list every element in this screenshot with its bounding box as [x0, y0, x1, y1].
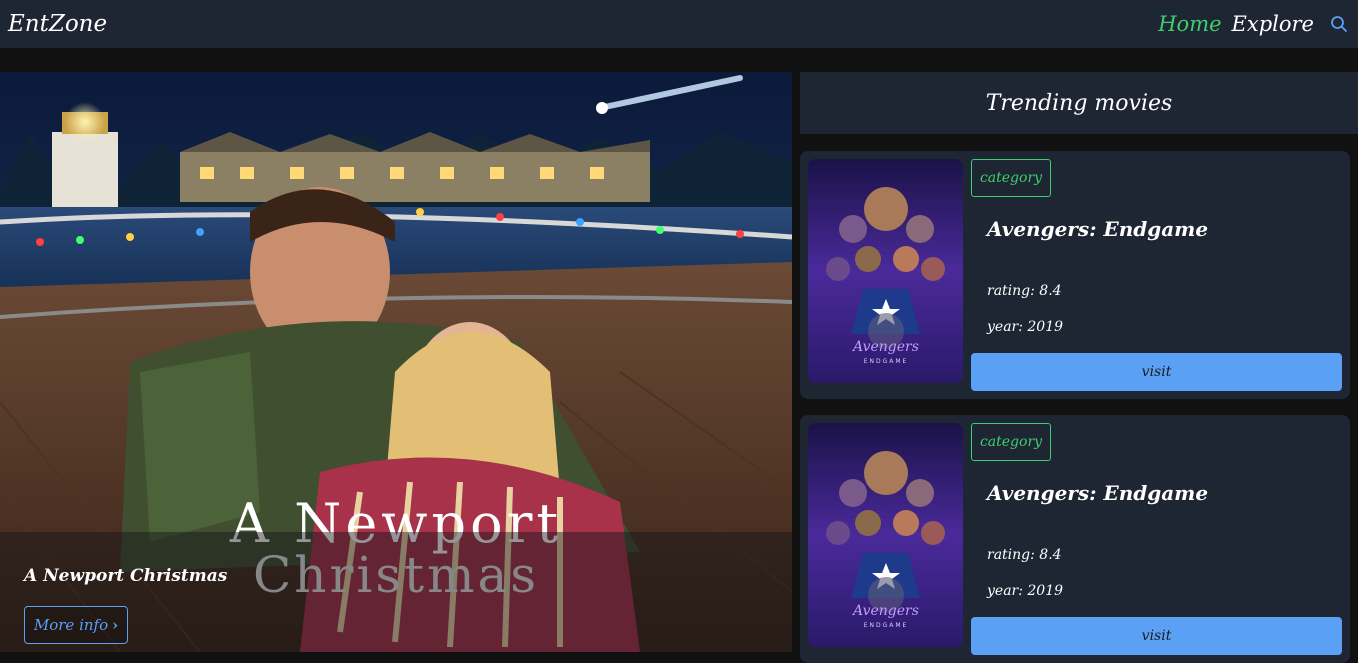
movie-poster[interactable]: Avengers ENDGAME: [808, 159, 963, 383]
search-icon[interactable]: [1328, 13, 1350, 35]
trending-title: Trending movies: [985, 90, 1173, 116]
movie-card: Avengers ENDGAME category Avengers: Endg…: [800, 151, 1350, 399]
poster-sub-text: ENDGAME: [864, 358, 909, 365]
visit-button[interactable]: visit: [971, 353, 1342, 391]
hero-banner: A Newport Christmas A Newport Christmas …: [0, 72, 792, 652]
poster-logo-text: Avengers: [851, 603, 919, 619]
nav-links: Home Explore: [1148, 12, 1350, 36]
category-badge[interactable]: category: [971, 159, 1051, 197]
movie-title: Avengers: Endgame: [987, 217, 1209, 241]
nav-explore-link[interactable]: Explore: [1232, 12, 1314, 36]
trending-header: Trending movies: [800, 72, 1358, 134]
hero-title: A Newport Christmas: [24, 566, 228, 586]
more-info-label: More info: [33, 616, 109, 634]
movie-year: year: 2019: [987, 583, 1064, 599]
movie-poster[interactable]: Avengers ENDGAME: [808, 423, 963, 647]
visit-button[interactable]: visit: [971, 617, 1342, 655]
nav-home-link[interactable]: Home: [1158, 12, 1221, 36]
movie-title: Avengers: Endgame: [987, 481, 1209, 505]
top-navbar: EntZone Home Explore: [0, 0, 1358, 48]
brand-logo[interactable]: EntZone: [8, 11, 107, 37]
movie-year: year: 2019: [987, 319, 1064, 335]
poster-sub-text: ENDGAME: [864, 622, 909, 629]
poster-logo-text: Avengers: [851, 339, 919, 355]
movie-rating: rating: 8.4: [987, 547, 1062, 563]
chevron-right-icon: ›: [112, 616, 119, 634]
movie-card: Avengers ENDGAME category Avengers: Endg…: [800, 415, 1350, 663]
more-info-button[interactable]: More info ›: [24, 606, 128, 644]
movie-rating: rating: 8.4: [987, 283, 1062, 299]
category-badge[interactable]: category: [971, 423, 1051, 461]
